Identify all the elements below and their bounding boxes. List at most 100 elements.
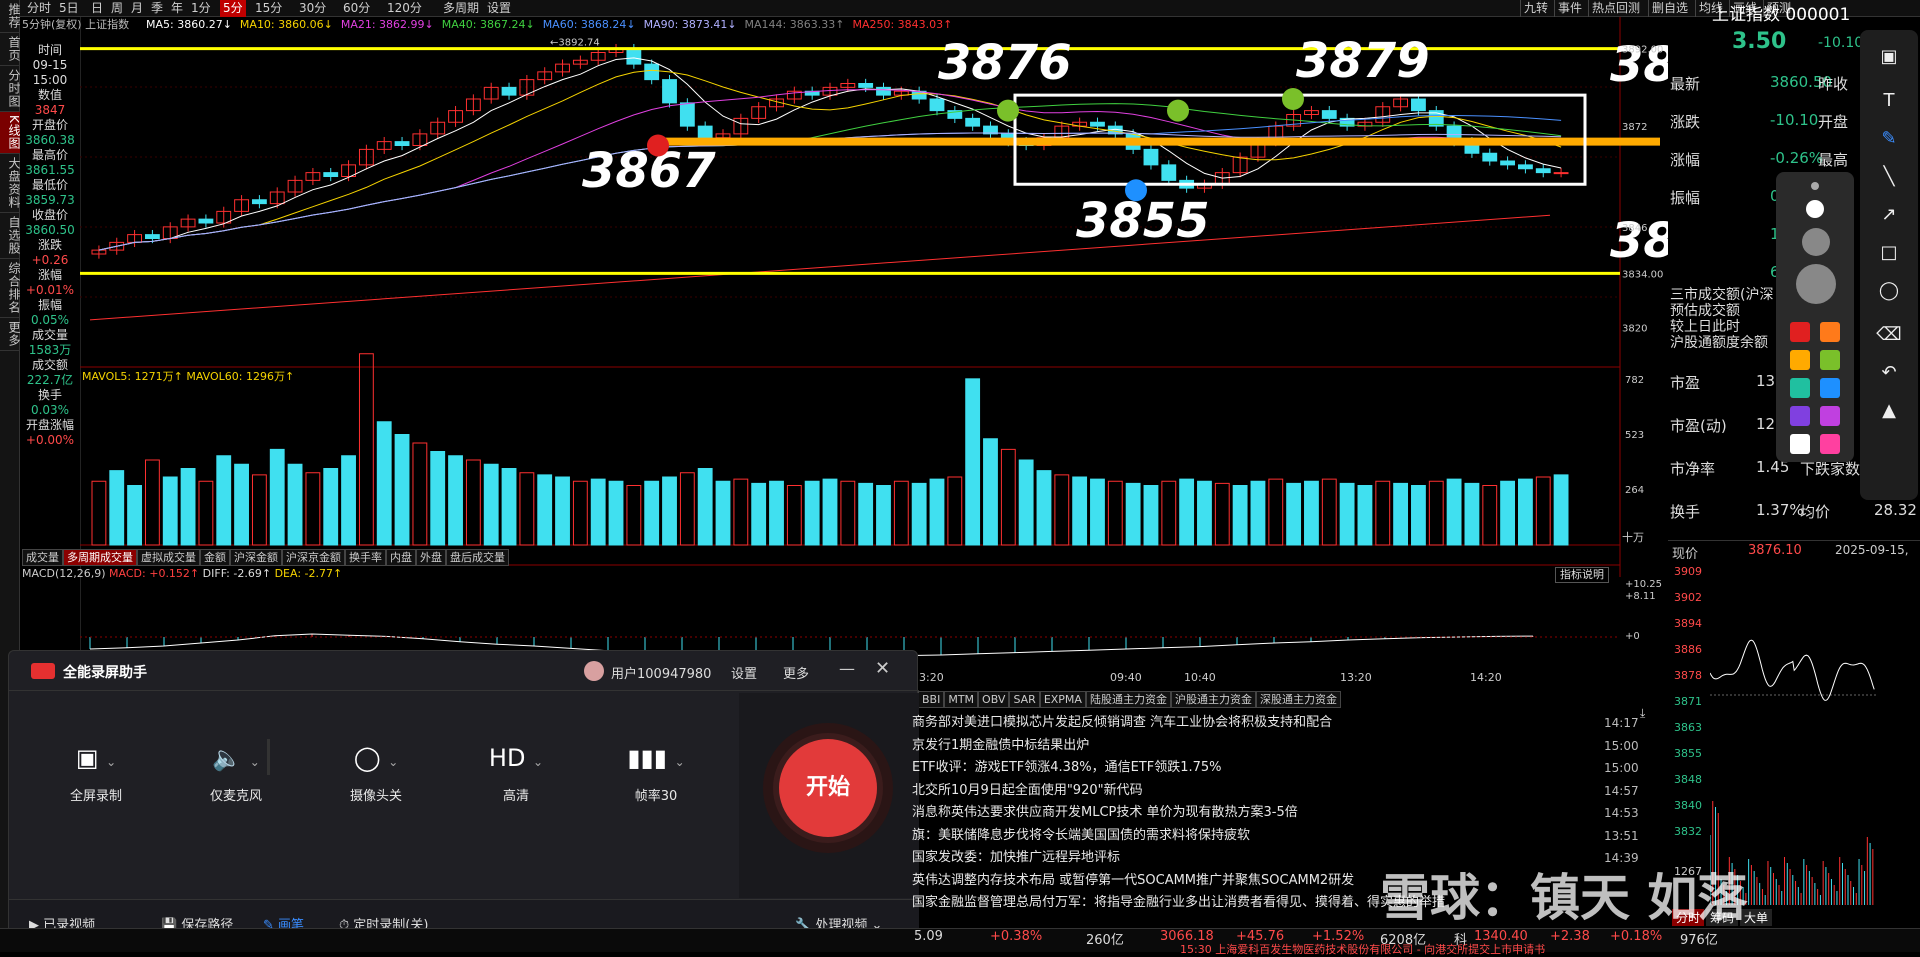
left-nav-item[interactable]: 自选股 [0, 213, 21, 259]
user-avatar[interactable] [584, 661, 604, 681]
info-label: 换手 [37, 388, 62, 402]
save-icon[interactable]: ▣ [1874, 44, 1904, 70]
color-swatch[interactable] [1820, 350, 1840, 370]
size-large-dot[interactable] [1802, 228, 1830, 256]
news-download-icon[interactable]: ⤓ [1640, 706, 1645, 721]
indicator-tab[interactable]: 多周期成交量 [63, 549, 137, 566]
color-swatch[interactable] [1820, 406, 1840, 426]
left-nav-item[interactable]: 大盘资料 [0, 154, 21, 213]
color-swatch[interactable] [1790, 378, 1810, 398]
indicator-tab[interactable]: 陆股通主力资金 [1085, 691, 1171, 708]
recorder-more-link[interactable]: 更多 [783, 663, 809, 682]
period-tab[interactable]: 1分 [188, 0, 214, 17]
color-swatch[interactable] [1790, 322, 1810, 342]
left-nav-item[interactable]: 分时图 [0, 66, 21, 112]
color-swatch[interactable] [1820, 322, 1840, 342]
pen-tool-icon[interactable]: ✎ [1874, 126, 1904, 152]
close-icon[interactable]: ✕ [875, 658, 890, 679]
indicator-tab[interactable]: 深股通主力资金 [1255, 691, 1341, 708]
recorder-settings-link[interactable]: 设置 [731, 663, 757, 682]
color-swatch[interactable] [1820, 378, 1840, 398]
minimize-icon[interactable]: — [839, 659, 855, 678]
indicator-tab[interactable]: 金额 [200, 549, 230, 566]
rectangle-tool-icon[interactable]: □ [1874, 240, 1904, 266]
size-medium-dot[interactable] [1806, 200, 1824, 218]
left-nav-item[interactable]: 首页 [0, 33, 21, 66]
mini-price: 3876.10 [1748, 543, 1802, 558]
period-tab[interactable]: 120分 [384, 0, 425, 17]
recorder-tool-3[interactable]: HD ⌄ 高清 [461, 741, 571, 804]
volume-bar [715, 480, 731, 546]
news-item[interactable]: 商务部对美进口模拟芯片发起反倾销调查 汽车工业协会将积极支持和配合 14:17 [912, 712, 1672, 735]
period-tab[interactable]: 日 [88, 0, 106, 17]
period-tab[interactable]: 季 [148, 0, 166, 17]
toolbar-right-item[interactable]: 事件 [1554, 0, 1585, 17]
indicator-tab[interactable]: 外盘 [416, 549, 446, 566]
line-tool-icon[interactable]: ╲ [1874, 164, 1904, 190]
size-xlarge-dot[interactable] [1796, 264, 1836, 304]
indicator-tab[interactable]: 盘后成交量 [446, 549, 509, 566]
news-item[interactable]: ETF收评：游戏ETF领涨4.38%，通信ETF领跌1.75% 15:00 [912, 757, 1672, 780]
volume-bar [483, 463, 499, 546]
period-tab[interactable]: 设置 [484, 0, 514, 17]
start-record-button[interactable]: 开始 [779, 739, 877, 837]
news-title: 旗：美联储降息步伐将令长端美国国债的需求料将保持疲软 [912, 827, 1251, 843]
size-small-dot[interactable] [1811, 182, 1819, 190]
period-tab[interactable]: 年 [168, 0, 186, 17]
indicator-tab[interactable]: SAR [1009, 691, 1040, 708]
indicator-tab[interactable]: 换手率 [345, 549, 386, 566]
color-swatch[interactable] [1790, 434, 1810, 454]
undo-icon[interactable]: ↶ [1874, 360, 1904, 386]
news-item[interactable]: 消息称英伟达要求供应商开发MLCP技术 单价为现有散热方案3-5倍 14:53 [912, 802, 1672, 825]
indicator-tab[interactable]: 内盘 [386, 549, 416, 566]
indicator-tab[interactable]: 沪深金额 [230, 549, 282, 566]
period-tab[interactable]: 月 [128, 0, 146, 17]
indicator-tab[interactable]: MTM [944, 691, 979, 708]
indicator-tab[interactable]: 虚拟成交量 [137, 549, 200, 566]
text-tool-icon[interactable]: T [1874, 88, 1904, 114]
user-name[interactable]: 用户100947980 [611, 663, 711, 682]
indicator-tab[interactable]: 成交量 [22, 549, 63, 566]
indicator-tab[interactable]: EXPMA [1039, 691, 1086, 708]
quote-row-label2: 昨收 [1818, 75, 1849, 93]
recorder-tool-0[interactable]: ▣ ⌄ 全屏录制 [41, 741, 151, 804]
period-tab[interactable]: 5分 [220, 0, 246, 17]
recorder-tool-2[interactable]: ◯ ⌄ 摄像头关 [321, 741, 431, 804]
news-item[interactable]: 北交所10月9日起全面使用"920"新代码 14:57 [912, 780, 1672, 803]
toolbar-right-item[interactable]: 删自选 [1648, 0, 1691, 17]
period-tab[interactable]: 15分 [252, 0, 285, 17]
color-swatch[interactable] [1820, 434, 1840, 454]
news-ticker[interactable]: 15:30 上海爱科百发生物医药技术股份有限公司 - 向港交所提交上市申请书 [1180, 941, 1545, 957]
period-tab[interactable]: 分时 [24, 0, 54, 17]
period-tab[interactable]: 多周期 [440, 0, 482, 17]
period-tab[interactable]: 30分 [296, 0, 329, 17]
volume-bar [305, 472, 321, 546]
indicator-tab[interactable]: 沪深京金额 [282, 549, 345, 566]
news-item[interactable]: 旗：美联储降息步伐将令长端美国国债的需求料将保持疲软 13:51 [912, 825, 1672, 848]
indicator-tab[interactable]: 沪股通主力资金 [1170, 691, 1256, 708]
left-nav-item[interactable]: 更多 [0, 318, 21, 351]
indicator-tab[interactable]: OBV [978, 691, 1010, 708]
news-item[interactable]: 京发行1期金融债中标结果出炉 15:00 [912, 735, 1672, 758]
color-swatch[interactable] [1790, 406, 1810, 426]
main-chart[interactable]: 387638793867385538923834←3892.743892.003… [80, 17, 1668, 717]
color-swatch[interactable] [1790, 350, 1810, 370]
toolbar-right-item[interactable]: 热点回测 [1588, 0, 1643, 17]
period-tab[interactable]: 60分 [340, 0, 373, 17]
toolbar-right-item[interactable]: 九转 [1520, 0, 1551, 17]
candle-body [644, 63, 660, 81]
left-nav-item[interactable]: 推荐 [0, 0, 21, 33]
indicator-tab[interactable]: BBI [918, 691, 945, 708]
left-nav-item[interactable]: K线图 [0, 112, 21, 154]
period-tab[interactable]: 周 [108, 0, 126, 17]
period-tab[interactable]: 5日 [56, 0, 82, 17]
volume-axis-label: 264 [1625, 485, 1644, 496]
recorder-tool-4[interactable]: ▮▮▮ ⌄ 帧率30 [601, 741, 711, 804]
ellipse-tool-icon[interactable]: ◯ [1874, 278, 1904, 304]
clear-icon[interactable]: ▲ [1874, 398, 1904, 424]
arrow-tool-icon[interactable]: ↗ [1874, 202, 1904, 228]
left-nav-item[interactable]: 综合排名 [0, 259, 21, 318]
recorder-tool-1[interactable]: 🔈 ⌄ 仅麦克风 [181, 741, 291, 804]
indicator-help-button[interactable]: 指标说明 [1555, 567, 1609, 583]
eraser-icon[interactable]: ⌫ [1874, 322, 1904, 348]
